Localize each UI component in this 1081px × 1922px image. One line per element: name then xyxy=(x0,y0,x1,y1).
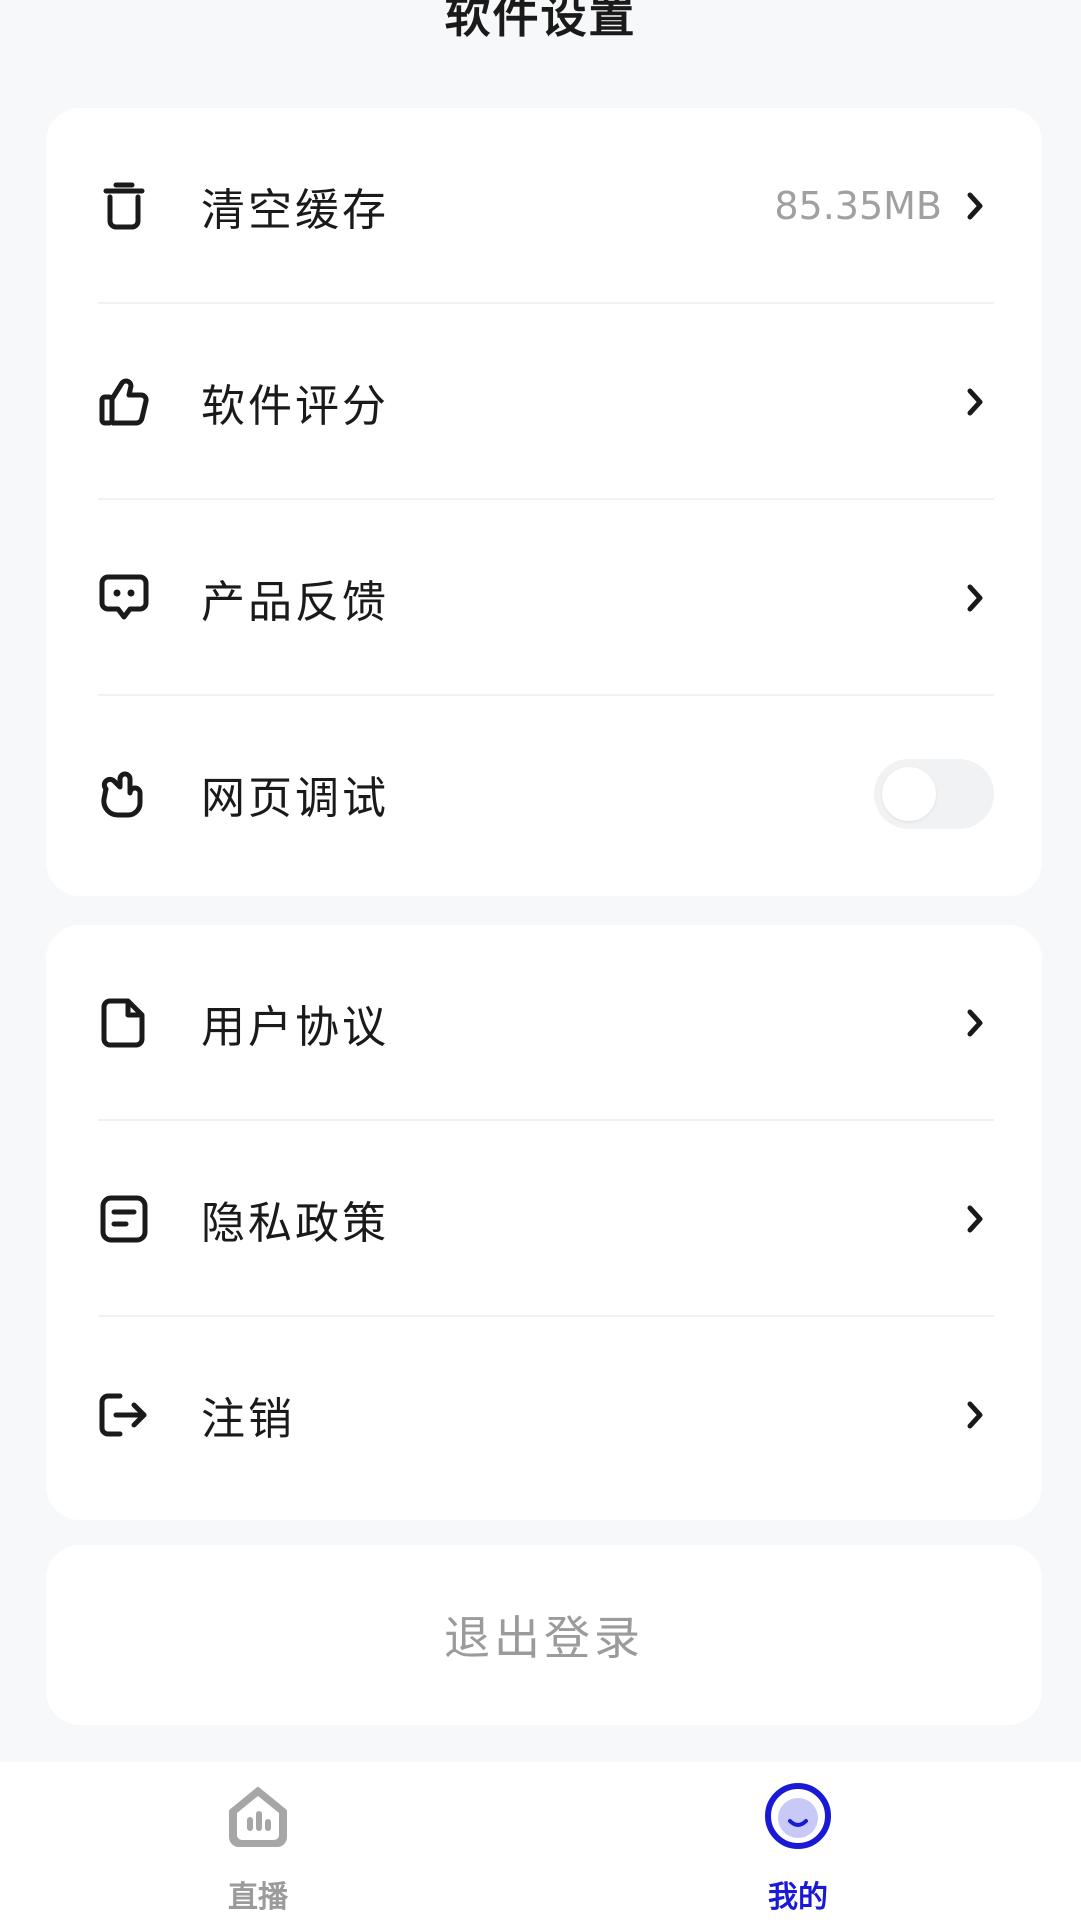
thumbs-up-icon xyxy=(96,374,152,430)
settings-row-user-agreement[interactable]: 用户协议 xyxy=(46,925,1042,1121)
tab-label: 直播 xyxy=(228,1880,288,1915)
chevron-right-icon xyxy=(960,1395,990,1435)
row-label: 用户协议 xyxy=(201,1002,389,1053)
tab-live[interactable]: 直播 xyxy=(158,1762,358,1922)
row-label: 产品反馈 xyxy=(201,577,389,628)
tab-me[interactable]: 我的 xyxy=(698,1762,898,1922)
logout-card: 退出登录 xyxy=(46,1545,1042,1725)
trash-icon xyxy=(96,178,152,234)
settings-row-deactivate[interactable]: 注销 xyxy=(46,1317,1042,1513)
row-label: 网页调试 xyxy=(201,773,389,824)
settings-card-legal: 用户协议 隐私政策 注销 xyxy=(46,925,1042,1520)
toggle-knob xyxy=(882,767,936,821)
chevron-right-icon xyxy=(960,1199,990,1239)
settings-row-privacy-policy[interactable]: 隐私政策 xyxy=(46,1121,1042,1317)
row-label: 软件评分 xyxy=(201,381,389,432)
policy-note-icon xyxy=(96,1191,152,1247)
chevron-right-icon xyxy=(960,382,990,422)
cache-size-value: 85.35MB xyxy=(774,184,942,228)
chevron-right-icon xyxy=(960,578,990,618)
chevron-right-icon xyxy=(960,1003,990,1043)
profile-face-icon xyxy=(762,1780,834,1852)
settings-row-web-debug: 网页调试 xyxy=(46,696,1042,892)
settings-row-rate-app[interactable]: 软件评分 xyxy=(46,304,1042,500)
live-home-icon xyxy=(222,1780,294,1852)
hand-point-icon xyxy=(96,766,152,822)
settings-row-clear-cache[interactable]: 清空缓存 85.35MB xyxy=(46,108,1042,304)
chevron-right-icon xyxy=(960,186,990,226)
web-debug-toggle[interactable] xyxy=(874,759,994,829)
settings-card-general: 清空缓存 85.35MB 软件评分 产品反馈 网页调试 xyxy=(46,108,1042,896)
feedback-chat-icon xyxy=(96,570,152,626)
settings-row-feedback[interactable]: 产品反馈 xyxy=(46,500,1042,696)
row-label: 注销 xyxy=(201,1394,295,1445)
row-label: 清空缓存 xyxy=(201,185,389,236)
bottom-tab-bar: 直播 我的 xyxy=(0,1762,1081,1922)
settings-page: 软件设置 清空缓存 85.35MB 软件评分 产品反馈 网页调试 用户协议 隐私… xyxy=(0,0,1081,1922)
logout-arrow-icon xyxy=(96,1387,152,1443)
row-label: 隐私政策 xyxy=(201,1198,389,1249)
tab-label: 我的 xyxy=(768,1880,828,1915)
page-title: 软件设置 xyxy=(444,0,637,43)
document-icon xyxy=(96,995,152,1051)
logout-button[interactable]: 退出登录 xyxy=(46,1545,1042,1725)
